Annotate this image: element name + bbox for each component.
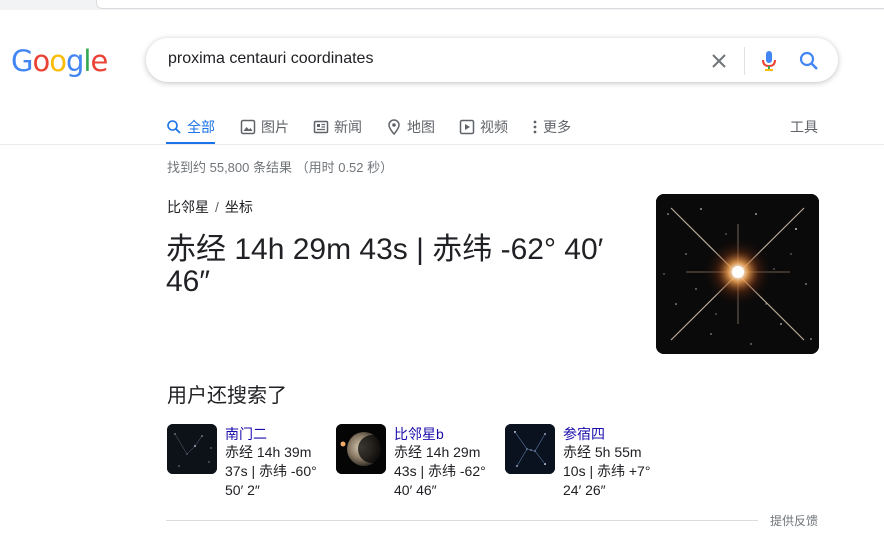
breadcrumb-parent[interactable]: 比邻星 (167, 199, 209, 215)
tab-more[interactable]: 更多 (532, 112, 571, 142)
feedback-link[interactable]: 提供反馈 (770, 512, 818, 529)
constellation-image (505, 424, 555, 474)
related-item[interactable]: 比邻星b 赤经 14h 29m 43s | 赤纬 -62° 40′ 46″ (336, 424, 496, 504)
breadcrumb-separator: / (215, 199, 219, 215)
related-desc: 赤经 14h 39m 37s | 赤纬 -60° 50′ 2″ (225, 444, 317, 498)
tab-images[interactable]: 图片 (240, 112, 289, 142)
mic-icon (762, 51, 776, 71)
close-icon (712, 54, 726, 68)
star-image (656, 194, 819, 354)
breadcrumb-current: 坐标 (224, 199, 253, 215)
logo-letter: e (90, 44, 108, 78)
search-divider (744, 47, 745, 75)
related-thumbnail[interactable] (167, 424, 217, 474)
tab-news[interactable]: 新闻 (313, 112, 362, 142)
constellation-image (167, 424, 217, 474)
answer-text: 赤经 14h 29m 43s | 赤纬 -62° 40′ 46″ (166, 233, 604, 298)
tools-label: 工具 (790, 119, 818, 135)
related-item[interactable]: 参宿四 赤经 5h 55m 10s | 赤纬 +7° 24′ 26″ (505, 424, 665, 504)
related-item[interactable]: 南门二 赤经 14h 39m 37s | 赤纬 -60° 50′ 2″ (167, 424, 327, 504)
voice-search-button[interactable] (756, 48, 782, 74)
related-thumbnail[interactable] (336, 424, 386, 474)
logo-letter: G (11, 44, 34, 78)
tab-label: 更多 (543, 119, 571, 135)
clear-button[interactable] (706, 48, 732, 74)
related-desc: 赤经 5h 55m 10s | 赤纬 +7° 24′ 26″ (563, 444, 651, 498)
tab-edge (96, 0, 884, 9)
bottom-divider (166, 520, 758, 521)
tab-label: 地图 (407, 119, 435, 135)
related-name[interactable]: 参宿四 (563, 424, 605, 444)
tab-label: 视频 (480, 119, 508, 135)
people-also-search-title: 用户还搜索了 (167, 385, 287, 407)
search-button[interactable] (796, 48, 822, 74)
search-icon (799, 51, 818, 70)
related-thumbnail[interactable] (505, 424, 555, 474)
related-name[interactable]: 南门二 (225, 424, 267, 444)
news-icon (313, 119, 329, 135)
search-tabs: 全部 图片 新闻 地图 视频 更多 工具 (166, 112, 826, 145)
image-icon (240, 119, 256, 135)
map-pin-icon (386, 119, 402, 135)
proxima-centauri-image[interactable] (656, 194, 819, 354)
logo-letter: o (32, 44, 50, 78)
video-icon (459, 119, 475, 135)
tab-maps[interactable]: 地图 (386, 112, 435, 142)
tab-videos[interactable]: 视频 (459, 112, 508, 142)
browser-top-strip (0, 0, 884, 10)
search-box[interactable] (146, 38, 838, 82)
more-vert-icon (532, 119, 538, 135)
tabs-divider (0, 144, 884, 145)
tab-label: 图片 (261, 119, 289, 135)
breadcrumb: 比邻星 / 坐标 (167, 197, 253, 217)
logo-letter: g (65, 44, 84, 78)
result-stats: 找到约 55,800 条结果 （用时 0.52 秒） (167, 160, 394, 175)
planet-image (336, 424, 386, 474)
related-name[interactable]: 比邻星b (394, 424, 444, 444)
tab-label: 全部 (187, 119, 215, 135)
google-logo[interactable]: Google (11, 44, 108, 78)
tab-label: 新闻 (334, 119, 362, 135)
search-icon (166, 119, 182, 135)
tools-button[interactable]: 工具 (790, 112, 818, 142)
related-desc: 赤经 14h 29m 43s | 赤纬 -62° 40′ 46″ (394, 444, 486, 498)
logo-letter: o (49, 44, 67, 78)
search-input[interactable] (168, 50, 688, 68)
tab-all[interactable]: 全部 (166, 112, 215, 145)
